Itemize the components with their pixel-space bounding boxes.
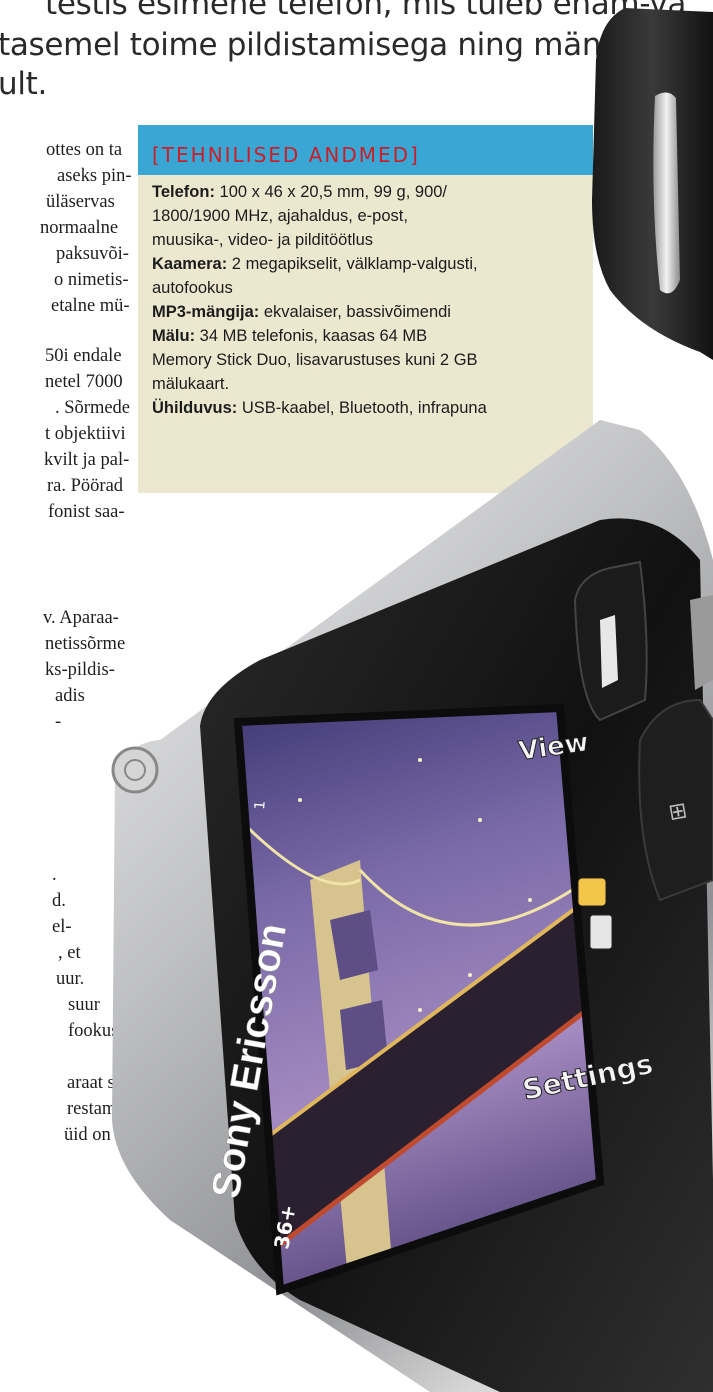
body-line: normaalne — [40, 218, 119, 238]
body-line: araat sa- — [67, 1073, 130, 1093]
body-line: el- — [52, 917, 72, 937]
spec-label: MP3-mängija: — [152, 303, 260, 321]
body-line: ra. Pöörad — [47, 476, 124, 496]
body-line: , et — [58, 943, 81, 963]
body-line: - — [55, 712, 62, 732]
body-line: restamine — [67, 1099, 139, 1119]
spec-line: 1800/1900 MHz, ajahaldus, e-post, — [152, 207, 408, 225]
body-line: d. — [52, 891, 66, 911]
spec-line-uhilduvus: Ühilduvus: USB-kaabel, Bluetooth, infrap… — [152, 399, 487, 418]
body-line: ottes on ta — [46, 140, 123, 160]
body-line: suur — [68, 995, 100, 1015]
spec-value: 100 x 46 x 20,5 mm, 99 g, 900/ — [214, 183, 448, 201]
body-line: etalne mü- — [51, 296, 130, 316]
body-line: aseks pin- — [57, 166, 132, 186]
spec-line: Memory Stick Duo, lisavarustuses kuni 2 … — [152, 351, 478, 369]
spec-line-telefon: Telefon: 100 x 46 x 20,5 mm, 99 g, 900/ — [152, 183, 447, 202]
body-line: netel 7000 — [45, 372, 123, 392]
spec-line: muusika-, video- ja pilditöötlus — [152, 231, 374, 249]
spec-line: mälukaart. — [152, 375, 230, 393]
body-line: fookus — [68, 1021, 119, 1041]
spec-value: 2 megapikselit, välklamp-valgusti, — [227, 255, 478, 273]
spec-label: Telefon: — [152, 183, 215, 201]
body-line: o nimetis- — [54, 270, 129, 290]
body-line: üläservas — [46, 192, 115, 212]
body-line: üid on sa- — [64, 1125, 137, 1145]
spec-line-kaamera: Kaamera: 2 megapikselit, välklamp-valgus… — [152, 255, 478, 274]
specs-box: [TEHNILISED ANDMED] Telefon: 100 x 46 x … — [138, 125, 593, 493]
spec-value: USB-kaabel, Bluetooth, infrapuna — [237, 399, 487, 417]
body-line: 50i endale — [45, 346, 122, 366]
specs-header: [TEHNILISED ANDMED] — [138, 125, 593, 175]
body-line: ks-pildis- — [45, 660, 115, 680]
spec-label: Ühilduvus: — [152, 399, 238, 417]
body-line: t objektiivi — [45, 424, 126, 444]
body-line: adis — [55, 686, 85, 706]
spec-line-malu: Mälu: 34 MB telefonis, kaasas 64 MB — [152, 327, 427, 346]
spec-line: autofookus — [152, 279, 233, 297]
spec-value: ekvalaiser, bassivõimendi — [259, 303, 451, 321]
body-line: . — [52, 865, 57, 885]
body-line: fonist saa- — [48, 502, 125, 522]
body-line: uur. — [56, 969, 85, 989]
body-line: . Sõrmede — [55, 398, 131, 418]
spec-label: Kaamera: — [152, 255, 228, 273]
body-line: kvilt ja pal- — [44, 450, 130, 470]
body-line: paksuvõi- — [56, 244, 129, 264]
body-line: netissõrme — [45, 634, 126, 654]
body-line: v. Aparaa- — [43, 608, 119, 628]
spec-line-mp3: MP3-mängija: ekvalaiser, bassivõimendi — [152, 303, 451, 322]
spec-value: 34 MB telefonis, kaasas 64 MB — [195, 327, 428, 345]
spec-label: Mälu: — [152, 327, 196, 345]
specs-title: [TEHNILISED ANDMED] — [152, 143, 420, 167]
